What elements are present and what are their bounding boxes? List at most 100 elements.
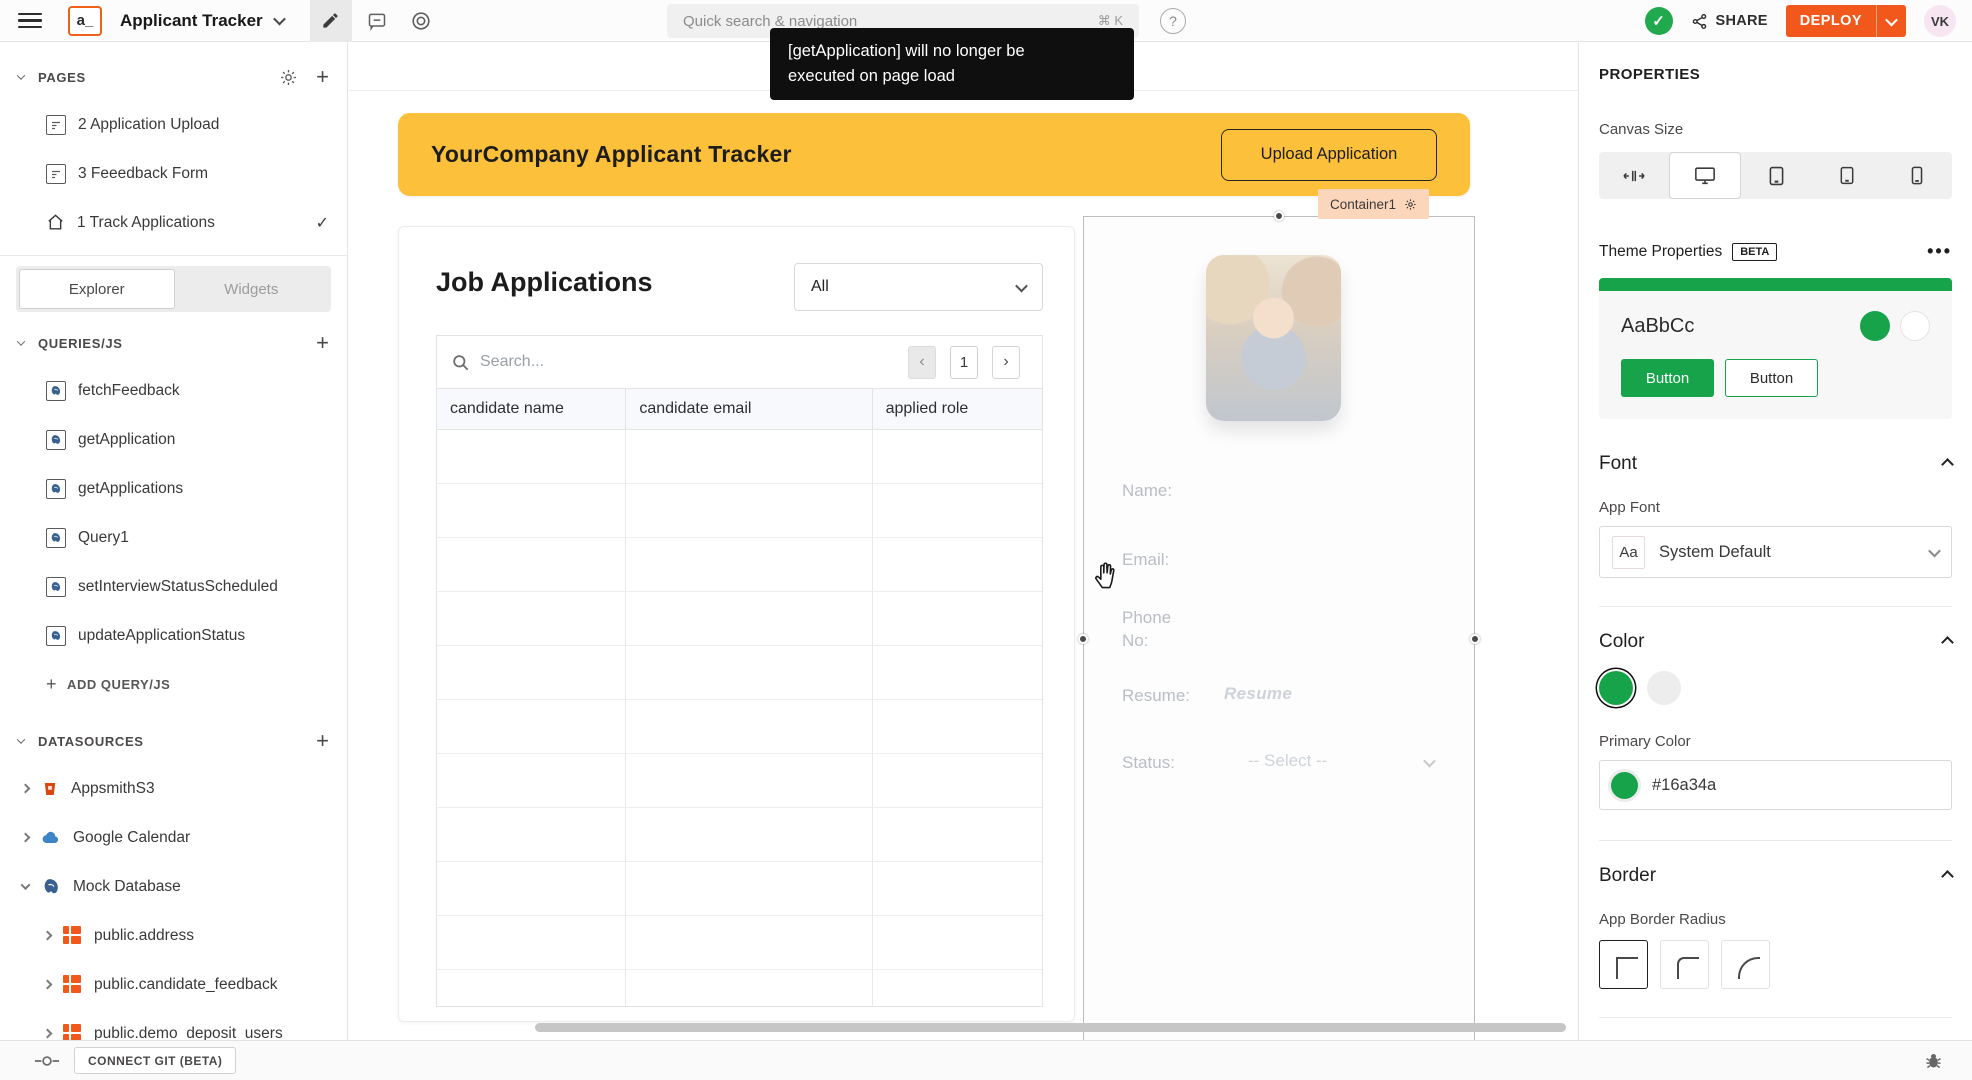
add-datasource-button[interactable]: + <box>316 730 329 752</box>
search-icon <box>451 353 470 372</box>
expand-chevron-icon[interactable] <box>42 1028 53 1039</box>
prev-page-button[interactable]: ‹ <box>908 345 936 379</box>
color-section-header[interactable]: Color <box>1599 631 1954 653</box>
border-section-header[interactable]: Border <box>1599 865 1954 887</box>
table-row[interactable] <box>437 592 1042 646</box>
radius-large-option[interactable] <box>1721 940 1770 989</box>
view-mode-button[interactable] <box>402 2 440 40</box>
edit-mode-button[interactable] <box>309 0 352 42</box>
expand-chevron-icon[interactable] <box>20 783 31 794</box>
theme-accent-bar <box>1599 278 1952 291</box>
canvas-size-switcher <box>1599 152 1952 199</box>
pages-section-header[interactable]: PAGES + <box>0 54 347 100</box>
queries-section-header[interactable]: QUERIES/JS + <box>0 320 347 366</box>
datasource-table-public-candidate-feedback[interactable]: public.candidate_feedback <box>0 960 347 1009</box>
add-query-js-button[interactable]: + ADD QUERY/JS <box>0 660 347 708</box>
page-icon <box>46 163 66 184</box>
datasource-item-google-calendar[interactable]: Google Calendar <box>0 813 347 862</box>
quick-search-placeholder: Quick search & navigation <box>683 12 858 30</box>
sharp-corner-icon <box>1615 956 1638 979</box>
query-item-updateApplicationStatus[interactable]: updateApplicationStatus <box>0 611 347 660</box>
debug-bug-icon[interactable] <box>1923 1050 1944 1071</box>
resize-handle-right[interactable] <box>1470 633 1480 644</box>
app-font-select[interactable]: Aa System Default <box>1599 526 1952 578</box>
comments-button[interactable] <box>358 2 396 40</box>
canvas-size-fluid[interactable] <box>1599 152 1669 199</box>
table-row[interactable] <box>437 700 1042 754</box>
canvas-size-mobile[interactable] <box>1882 152 1952 199</box>
user-avatar[interactable]: VK <box>1924 5 1956 37</box>
share-button[interactable]: SHARE <box>1691 13 1768 30</box>
add-page-button[interactable]: + <box>316 66 329 88</box>
datasources-section-header[interactable]: DATASOURCES + <box>0 718 347 764</box>
expand-chevron-icon[interactable] <box>42 979 53 990</box>
page-load-tooltip: [getApplication] will no longer be execu… <box>770 28 1134 100</box>
query-item-setInterviewStatusScheduled[interactable]: setInterviewStatusScheduled <box>0 562 347 611</box>
chevron-down-icon <box>1423 754 1436 768</box>
expand-chevron-icon[interactable] <box>20 832 31 843</box>
table-row[interactable] <box>437 754 1042 808</box>
background-color-swatch[interactable] <box>1647 671 1681 705</box>
tab-explorer[interactable]: Explorer <box>19 269 175 309</box>
column-header-applied-role[interactable]: applied role <box>873 389 1042 429</box>
gear-icon[interactable] <box>279 68 298 87</box>
query-item-fetchFeedback[interactable]: fetchFeedback <box>0 366 347 415</box>
help-button[interactable]: ? <box>1160 8 1186 34</box>
radius-none-option[interactable] <box>1599 940 1648 989</box>
table-row[interactable] <box>437 970 1042 1006</box>
primary-color-input[interactable]: #16a34a <box>1599 760 1952 810</box>
selected-widget-badge[interactable]: Container1 <box>1318 189 1430 219</box>
datasource-item-appsmiths3[interactable]: AppsmithS3 <box>0 764 347 813</box>
datasource-table-public-address[interactable]: public.address <box>0 911 347 960</box>
collapse-chevron-icon[interactable] <box>20 880 31 891</box>
query-item-getApplication[interactable]: getApplication <box>0 415 347 464</box>
gear-icon[interactable] <box>1404 198 1417 211</box>
app-title-menu[interactable]: Applicant Tracker <box>120 11 286 31</box>
appsmith-logo[interactable]: a_ <box>68 5 102 36</box>
column-header-candidate-name[interactable]: candidate name <box>437 389 627 429</box>
resize-handle-left[interactable] <box>1078 633 1088 644</box>
radius-medium-option[interactable] <box>1660 940 1709 989</box>
table-row[interactable] <box>437 430 1042 484</box>
deploy-button[interactable]: DEPLOY <box>1785 5 1906 37</box>
theme-preview-card[interactable]: AaBbCc Button Button <box>1599 278 1952 419</box>
connect-git-button[interactable]: CONNECT GIT (BETA) <box>74 1047 237 1074</box>
datasource-item-mock-database[interactable]: Mock Database <box>0 862 347 911</box>
rounded-corner-icon <box>1676 956 1699 979</box>
table-search-input[interactable]: Search... <box>480 353 544 371</box>
table-row[interactable] <box>437 646 1042 700</box>
sidebar-item-page-track-applications[interactable]: 1 Track Applications ✓ <box>0 198 347 247</box>
fluid-width-icon <box>1623 168 1645 184</box>
expand-chevron-icon[interactable] <box>42 930 53 941</box>
resize-handle-top[interactable] <box>1274 211 1284 221</box>
canvas-size-tablet[interactable] <box>1812 152 1882 199</box>
resume-link[interactable]: Resume <box>1224 684 1292 707</box>
sidebar-item-page-feedback-form[interactable]: 3 Feeedback Form <box>0 149 347 198</box>
query-item-Query1[interactable]: Query1 <box>0 513 347 562</box>
status-select[interactable]: -- Select -- <box>1248 751 1327 774</box>
theme-options-menu[interactable]: ••• <box>1927 241 1952 262</box>
status-filter-select[interactable]: All <box>794 263 1043 311</box>
pencil-icon <box>321 11 340 30</box>
deploy-options-toggle[interactable] <box>1877 13 1906 26</box>
next-page-button[interactable]: › <box>992 345 1020 379</box>
table-row[interactable] <box>437 808 1042 862</box>
sidebar-item-page-application-upload[interactable]: 2 Application Upload <box>0 100 347 149</box>
container1-widget[interactable]: Name: Email: Phone No: Resume: Resume St… <box>1078 211 1480 1040</box>
canvas-size-tablet-large[interactable] <box>1741 152 1811 199</box>
datasource-table-public-demo-deposit-users[interactable]: public.demo_deposit_users <box>0 1009 347 1040</box>
primary-color-swatch[interactable] <box>1599 671 1633 705</box>
table-row[interactable] <box>437 862 1042 916</box>
query-item-getApplications[interactable]: getApplications <box>0 464 347 513</box>
table-row[interactable] <box>437 916 1042 970</box>
canvas-size-desktop[interactable] <box>1669 152 1742 199</box>
font-section-header[interactable]: Font <box>1599 453 1954 475</box>
add-query-button[interactable]: + <box>316 332 329 354</box>
upload-application-button[interactable]: Upload Application <box>1221 128 1437 181</box>
table-row[interactable] <box>437 484 1042 538</box>
hamburger-menu-icon[interactable] <box>18 12 42 29</box>
tab-widgets[interactable]: Widgets <box>175 269 329 309</box>
horizontal-scrollbar[interactable] <box>535 1023 1566 1032</box>
table-row[interactable] <box>437 538 1042 592</box>
column-header-candidate-email[interactable]: candidate email <box>626 389 873 429</box>
